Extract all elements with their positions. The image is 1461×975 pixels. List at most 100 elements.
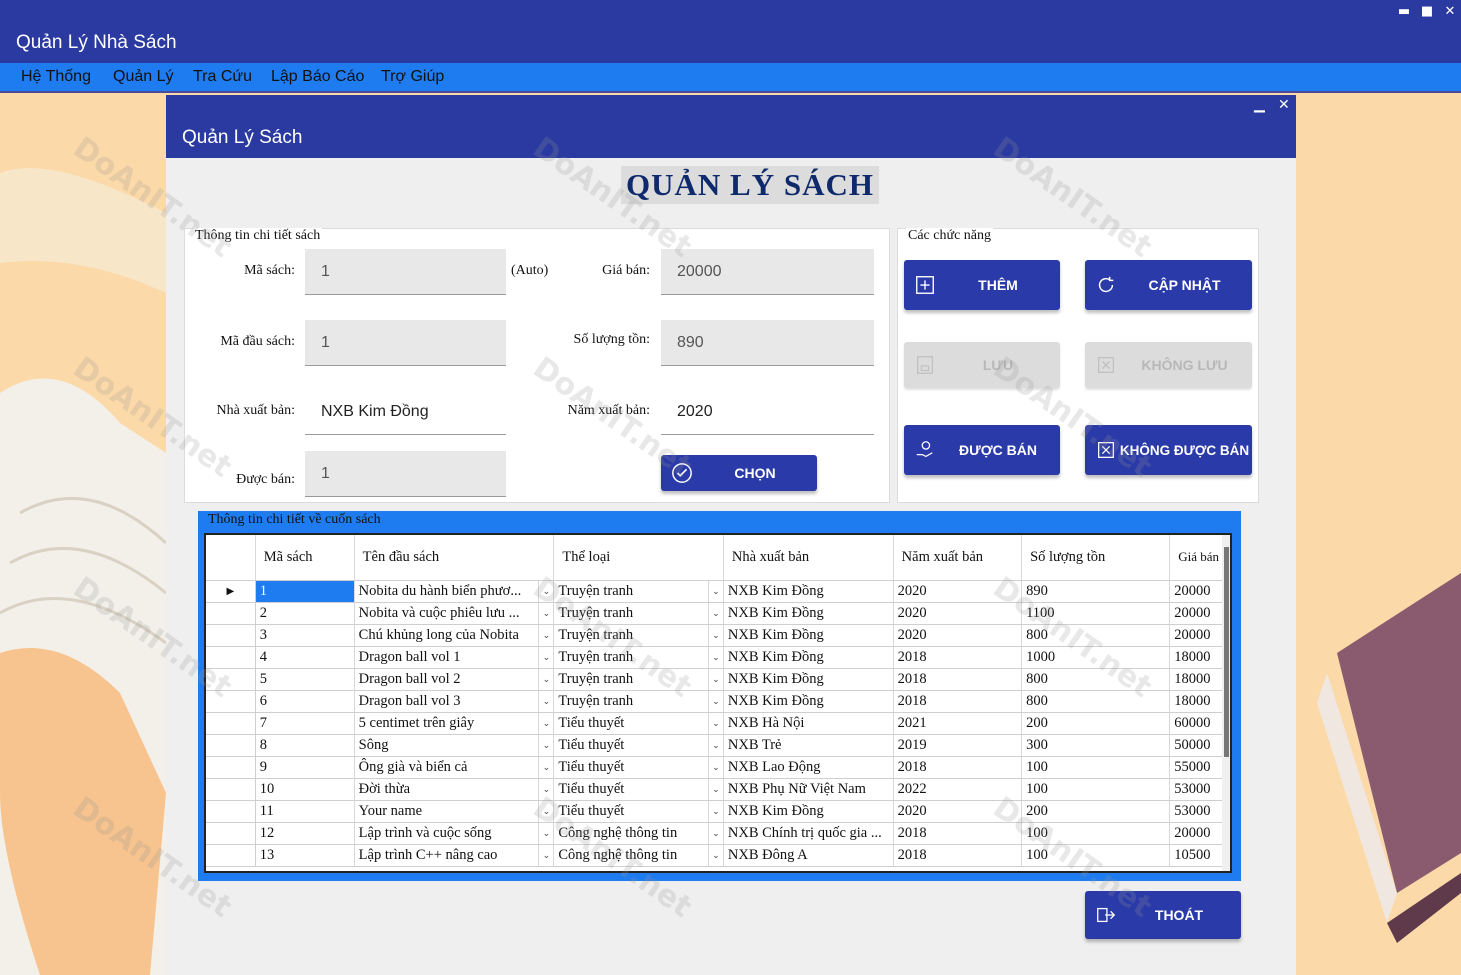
cell-the-loai[interactable]: Tiểu thuyết ⌄ xyxy=(553,734,724,757)
chon-button[interactable]: CHỌN xyxy=(661,455,817,491)
cell-nam-xuat-ban[interactable]: 2020 xyxy=(893,580,1023,603)
cell-nam-xuat-ban[interactable]: 2019 xyxy=(893,734,1023,757)
cell-so-luong-ton[interactable]: 800 xyxy=(1021,690,1171,713)
cell-gia-ban[interactable]: 18000 xyxy=(1169,690,1230,713)
cell-gia-ban[interactable]: 53000 xyxy=(1169,800,1230,823)
cell-gia-ban[interactable]: 20000 xyxy=(1169,602,1230,625)
row-selector[interactable] xyxy=(206,602,256,625)
cell-ma-sach[interactable]: 3 xyxy=(255,624,355,647)
minimize-icon[interactable]: ▬ xyxy=(1393,2,1415,22)
cell-nha-xuat-ban[interactable]: NXB Phụ Nữ Việt Nam xyxy=(723,778,894,801)
cell-nam-xuat-ban[interactable]: 2018 xyxy=(893,690,1023,713)
cell-ma-sach[interactable]: 6 xyxy=(255,690,355,713)
cell-gia-ban[interactable]: 20000 xyxy=(1169,624,1230,647)
cell-nam-xuat-ban[interactable]: 2020 xyxy=(893,624,1023,647)
cell-ma-sach[interactable]: 8 xyxy=(255,734,355,757)
cell-so-luong-ton[interactable]: 200 xyxy=(1021,712,1171,735)
table-row[interactable]: 13 Lập trình C++ nâng cao ⌄ Công nghệ thông… xyxy=(206,844,1230,867)
cap-nhat-button[interactable]: CẬP NHẬT xyxy=(1085,260,1252,310)
cell-ten-dau-sach[interactable]: Đời thừa ⌄ xyxy=(354,778,555,801)
book-data-grid[interactable]: Mã sách Tên đầu sách Thể loại Nhà xuất b… xyxy=(204,533,1232,873)
cell-the-loai[interactable]: Công nghệ thông tin ⌄ xyxy=(553,844,724,867)
chevron-down-icon[interactable]: ⌄ xyxy=(707,844,723,865)
cell-so-luong-ton[interactable]: 100 xyxy=(1021,756,1171,779)
cell-nam-xuat-ban[interactable]: 2018 xyxy=(893,822,1023,845)
chevron-down-icon[interactable]: ⌄ xyxy=(707,822,723,843)
cell-the-loai[interactable]: Truyện tranh ⌄ xyxy=(553,668,724,691)
chevron-down-icon[interactable]: ⌄ xyxy=(707,734,723,755)
cell-nha-xuat-ban[interactable]: NXB Kim Đồng xyxy=(723,800,894,823)
cell-nha-xuat-ban[interactable]: NXB Kim Đồng xyxy=(723,668,894,691)
column-the-loai[interactable]: Thể loại xyxy=(553,535,724,581)
cell-ma-sach[interactable]: 1 xyxy=(255,580,355,603)
ma-sach-field[interactable]: 1 xyxy=(305,249,506,295)
cell-gia-ban[interactable]: 18000 xyxy=(1169,668,1230,691)
cell-nha-xuat-ban[interactable]: NXB Kim Đồng xyxy=(723,690,894,713)
luu-button[interactable]: LƯU xyxy=(904,342,1060,388)
nha-xuat-ban-field[interactable]: NXB Kim Đồng xyxy=(305,389,506,435)
cell-nha-xuat-ban[interactable]: NXB Hà Nội xyxy=(723,712,894,735)
cell-ten-dau-sach[interactable]: Your name ⌄ xyxy=(354,800,555,823)
cell-nha-xuat-ban[interactable]: NXB Chính trị quốc gia ... xyxy=(723,822,894,845)
cell-so-luong-ton[interactable]: 800 xyxy=(1021,624,1171,647)
cell-ma-sach[interactable]: 2 xyxy=(255,602,355,625)
row-selector[interactable] xyxy=(206,822,256,845)
table-row[interactable]: 8 Sông ⌄ Tiểu thuyết ⌄ NXB Trẻ 2019 300 50000 xyxy=(206,734,1230,757)
cell-ten-dau-sach[interactable]: Sông ⌄ xyxy=(354,734,555,757)
cell-so-luong-ton[interactable]: 1000 xyxy=(1021,646,1171,669)
cell-ten-dau-sach[interactable]: Lập trình và cuộc sống ⌄ xyxy=(354,822,555,845)
table-row[interactable]: 5 Dragon ball vol 2 ⌄ Truyện tranh ⌄ NXB Kim … xyxy=(206,668,1230,691)
row-selector[interactable]: ▶ xyxy=(206,580,256,603)
form-close-icon[interactable]: ✕ xyxy=(1278,97,1290,113)
column-nha-xuat-ban[interactable]: Nhà xuất bản xyxy=(723,535,894,581)
table-row[interactable]: 2 Nobita và cuộc phiêu lưu ... ⌄ Truyện tra… xyxy=(206,602,1230,625)
cell-ma-sach[interactable]: 4 xyxy=(255,646,355,669)
cell-nha-xuat-ban[interactable]: NXB Trẻ xyxy=(723,734,894,757)
column-ma-sach[interactable]: Mã sách xyxy=(255,535,355,581)
cell-nha-xuat-ban[interactable]: NXB Lao Động xyxy=(723,756,894,779)
thoat-button[interactable]: THOÁT xyxy=(1085,891,1241,939)
cell-ten-dau-sach[interactable]: Lập trình C++ nâng cao ⌄ xyxy=(354,844,555,867)
cell-the-loai[interactable]: Công nghệ thông tin ⌄ xyxy=(553,822,724,845)
cell-so-luong-ton[interactable]: 300 xyxy=(1021,734,1171,757)
cell-ten-dau-sach[interactable]: Nobita du hành biển phươ... ⌄ xyxy=(354,580,555,603)
chevron-down-icon[interactable]: ⌄ xyxy=(707,778,723,799)
row-selector[interactable] xyxy=(206,778,256,801)
maximize-icon[interactable]: ■ xyxy=(1416,2,1438,22)
table-row[interactable]: 4 Dragon ball vol 1 ⌄ Truyện tranh ⌄ NXB Kim … xyxy=(206,646,1230,669)
chevron-down-icon[interactable]: ⌄ xyxy=(707,646,723,667)
cell-so-luong-ton[interactable]: 200 xyxy=(1021,800,1171,823)
cell-nam-xuat-ban[interactable]: 2018 xyxy=(893,668,1023,691)
table-row[interactable]: 11 Your name ⌄ Tiểu thuyết ⌄ NXB Kim Đồng 2020… xyxy=(206,800,1230,823)
cell-nam-xuat-ban[interactable]: 2021 xyxy=(893,712,1023,735)
chevron-down-icon[interactable]: ⌄ xyxy=(707,624,723,645)
cell-nam-xuat-ban[interactable]: 2018 xyxy=(893,756,1023,779)
chevron-down-icon[interactable]: ⌄ xyxy=(538,646,553,667)
grid-scrollbar[interactable] xyxy=(1222,535,1230,871)
cell-nam-xuat-ban[interactable]: 2020 xyxy=(893,800,1023,823)
cell-nam-xuat-ban[interactable]: 2020 xyxy=(893,602,1023,625)
cell-ten-dau-sach[interactable]: 5 centimet trên giây ⌄ xyxy=(354,712,555,735)
menu-lap-bao-cao[interactable]: Lập Báo Cáo xyxy=(271,68,364,86)
menu-quan-ly[interactable]: Quản Lý xyxy=(113,68,173,86)
cell-gia-ban[interactable]: 18000 xyxy=(1169,646,1230,669)
chevron-down-icon[interactable]: ⌄ xyxy=(538,734,553,755)
cell-gia-ban[interactable]: 50000 xyxy=(1169,734,1230,757)
chevron-down-icon[interactable]: ⌄ xyxy=(707,668,723,689)
table-row[interactable]: 10 Đời thừa ⌄ Tiểu thuyết ⌄ NXB Phụ Nữ Việt N… xyxy=(206,778,1230,801)
cell-so-luong-ton[interactable]: 100 xyxy=(1021,822,1171,845)
table-row[interactable]: 12 Lập trình và cuộc sống ⌄ Công nghệ thông… xyxy=(206,822,1230,845)
cell-ten-dau-sach[interactable]: Dragon ball vol 1 ⌄ xyxy=(354,646,555,669)
cell-the-loai[interactable]: Truyện tranh ⌄ xyxy=(553,646,724,669)
cell-gia-ban[interactable]: 53000 xyxy=(1169,778,1230,801)
cell-ma-sach[interactable]: 12 xyxy=(255,822,355,845)
chevron-down-icon[interactable]: ⌄ xyxy=(707,602,723,623)
menu-tro-giup[interactable]: Trợ Giúp xyxy=(381,68,444,86)
chevron-down-icon[interactable]: ⌄ xyxy=(538,844,553,865)
duoc-ban-field[interactable]: 1 xyxy=(305,451,506,497)
gia-ban-field[interactable]: 20000 xyxy=(661,249,874,295)
form-minimize-icon[interactable]: ▁ xyxy=(1254,97,1265,113)
chevron-down-icon[interactable]: ⌄ xyxy=(538,602,553,623)
chevron-down-icon[interactable]: ⌄ xyxy=(538,712,553,733)
cell-the-loai[interactable]: Truyện tranh ⌄ xyxy=(553,580,724,603)
